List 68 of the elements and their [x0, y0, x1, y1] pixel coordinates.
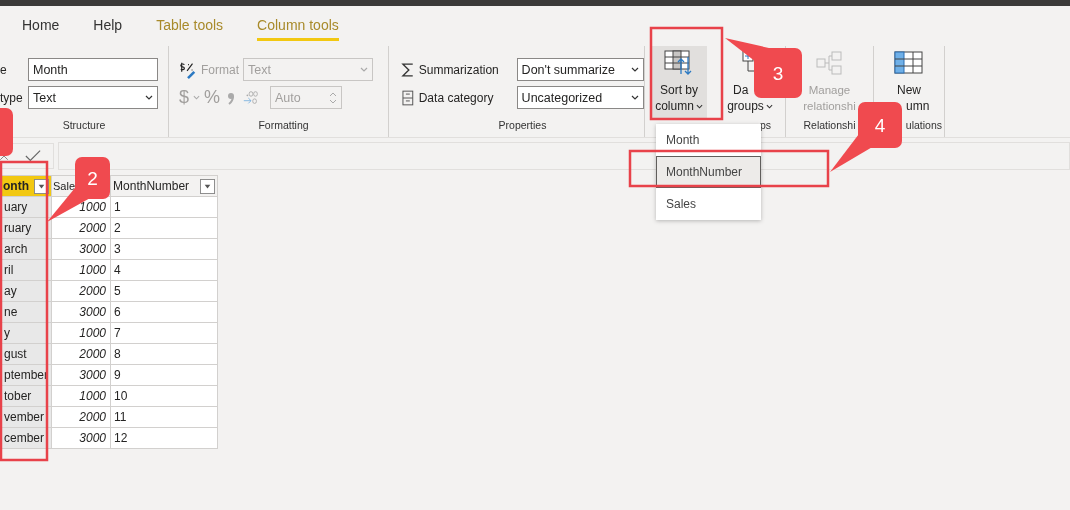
column-header[interactable]: MonthNumber: [110, 175, 218, 197]
decimal-places-field: Auto: [270, 86, 343, 109]
group-label: Structure: [61, 119, 107, 133]
chevron-down-icon: [631, 67, 639, 72]
ribbon-tab[interactable]: Help: [93, 6, 123, 41]
cabinet-icon: [401, 89, 415, 106]
chevron-down-icon: [631, 95, 639, 100]
group-label: ps: [758, 119, 772, 133]
chevron-down-icon: [145, 95, 153, 100]
table-cell: 2000: [51, 343, 111, 365]
callout-tooltip: [47, 157, 110, 222]
table-cell: 1000: [51, 259, 111, 281]
field-label: type: [0, 90, 24, 105]
menu-item[interactable]: Month: [656, 124, 761, 156]
callout-tooltip: [0, 108, 13, 156]
group-label: Formatting: [257, 119, 310, 133]
percent-sign: %: [204, 87, 221, 108]
field-label: e: [0, 62, 8, 77]
table-cell: 3000: [51, 238, 111, 260]
summarization-dropdown[interactable]: Don't summarize: [516, 58, 644, 81]
currency-percent-icon: [179, 60, 197, 79]
table-cell: 2000: [51, 406, 111, 428]
table-cell: 3000: [51, 301, 111, 323]
table-cell: 1000: [51, 322, 111, 344]
table-sort-icon: [664, 50, 694, 76]
table-cell: 7: [110, 322, 218, 344]
decimal-icon: [242, 88, 261, 107]
group-label: ulations: [905, 119, 942, 133]
sort-by-column-button[interactable]: Sort by column: [651, 46, 707, 119]
check-icon[interactable]: [25, 149, 41, 163]
table-cell: 1000: [51, 385, 111, 407]
table-cell: 10: [110, 385, 218, 407]
group-label: Properties: [497, 119, 548, 133]
menu-item[interactable]: MonthNumber: [656, 156, 761, 188]
field-label: Data category: [418, 90, 495, 105]
callout-number: 2: [87, 168, 98, 189]
ribbon-tab[interactable]: Home: [22, 6, 60, 41]
filter-dropdown-icon[interactable]: [200, 178, 216, 194]
table-cell: 1: [110, 196, 218, 218]
table-cell: 3000: [51, 427, 111, 449]
format-label: Format: [201, 62, 239, 77]
table-cell: 3000: [51, 364, 111, 386]
table-cell: 3: [110, 238, 218, 260]
menu-item[interactable]: Sales: [656, 188, 761, 220]
new-column-icon: [894, 50, 924, 76]
callout-number: 3: [772, 63, 784, 84]
column-header[interactable]: onth: [0, 175, 52, 197]
relationships-icon: [814, 50, 845, 76]
table-cell: 2000: [51, 280, 111, 302]
group-label: Relationshi: [803, 119, 856, 133]
callout-number: 4: [874, 115, 886, 136]
currency-sign: $: [179, 87, 189, 108]
table-cell: 8: [110, 343, 218, 365]
table-cell: 5: [110, 280, 218, 302]
table-cell: 9: [110, 364, 218, 386]
sigma-icon: [401, 61, 415, 78]
chevron-down-icon: [360, 67, 368, 72]
table-cell: 6: [110, 301, 218, 323]
name-field[interactable]: Month: [28, 58, 158, 81]
data-category-dropdown[interactable]: Uncategorized: [516, 86, 644, 109]
spinner-arrows-icon: [329, 90, 338, 105]
table-cell: 12: [110, 427, 218, 449]
caret-icon: [193, 95, 200, 100]
table-cell: 2: [110, 217, 218, 239]
field-label: Summarization: [418, 62, 500, 77]
table-cell: 4: [110, 259, 218, 281]
table-cell: 11: [110, 406, 218, 428]
data-type-dropdown[interactable]: Text: [28, 86, 158, 109]
